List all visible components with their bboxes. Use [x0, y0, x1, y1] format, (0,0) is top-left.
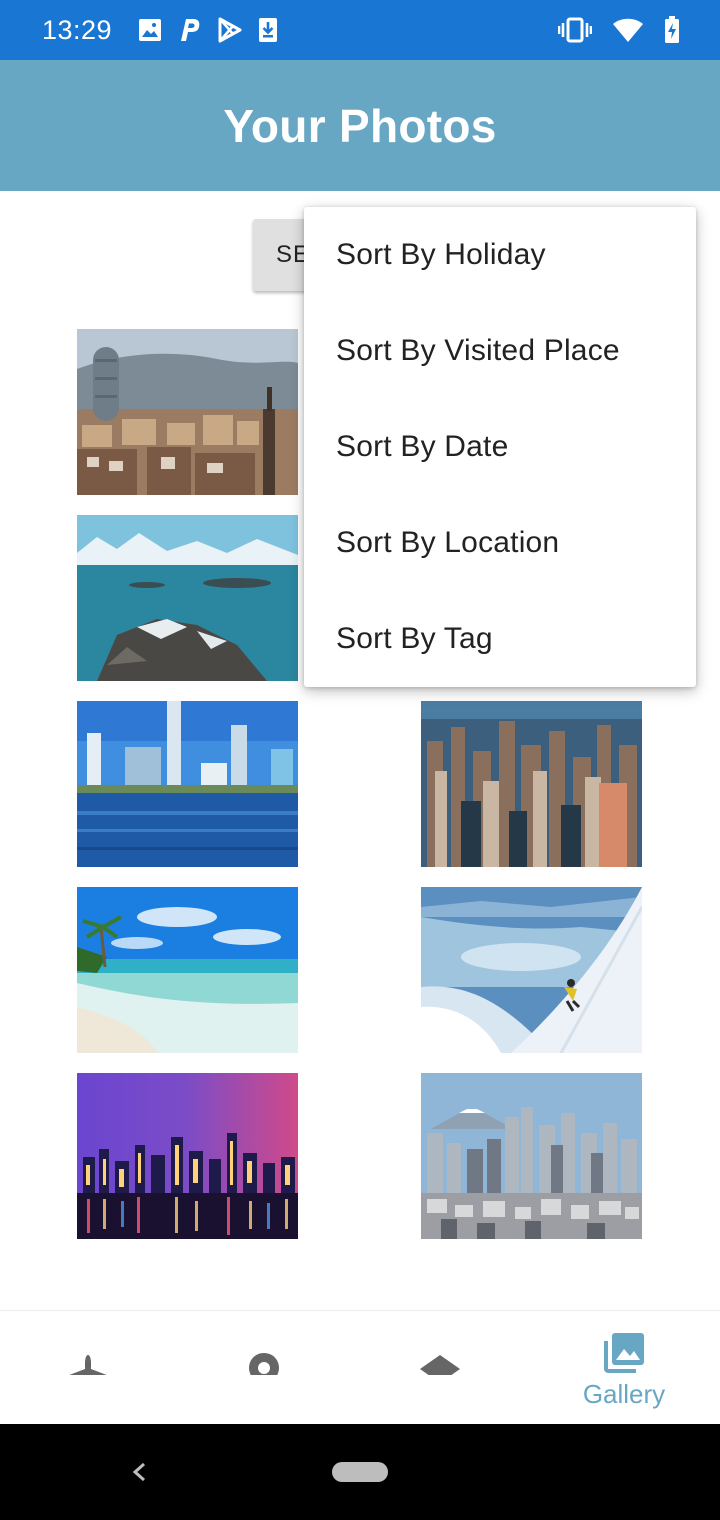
gallery-icon [604, 1331, 646, 1378]
barcelona-city-photo[interactable] [77, 329, 298, 495]
layers-icon [412, 1351, 468, 1375]
menu-item-sort-holiday[interactable]: Sort By Holiday [304, 207, 696, 303]
menu-item-sort-location[interactable]: Sort By Location [304, 495, 696, 591]
image-icon [138, 18, 162, 42]
menu-item-sort-tag[interactable]: Sort By Tag [304, 591, 696, 687]
night-skyline-photo[interactable] [77, 1073, 298, 1239]
fjord-coast-photo[interactable] [77, 515, 298, 681]
tropical-beach-photo[interactable] [77, 887, 298, 1053]
chicago-skyline-photo[interactable] [421, 701, 642, 867]
download-icon [258, 17, 278, 43]
home-pill-button[interactable] [332, 1462, 388, 1482]
skier-slope-photo[interactable] [421, 887, 642, 1053]
status-icons-right [558, 16, 680, 44]
sort-dropdown-menu: Sort By Holiday Sort By Visited Place So… [304, 207, 696, 687]
nav-item-flights[interactable] [0, 1311, 180, 1425]
page-title: Your Photos [223, 99, 497, 152]
status-icons-left [138, 17, 278, 43]
screen: 13:29 Your Photos SE Sort By Holiday Sor… [0, 0, 720, 1520]
play-store-icon [218, 17, 242, 43]
status-bar: 13:29 [0, 0, 720, 60]
lake-city-photo[interactable] [77, 701, 298, 867]
vibrate-icon [558, 17, 592, 43]
nav-item-gallery[interactable]: Gallery [534, 1311, 714, 1425]
back-icon[interactable] [126, 1452, 150, 1497]
nav-item-layers[interactable] [360, 1311, 540, 1425]
nav-gallery-label: Gallery [582, 1379, 666, 1409]
airplane-icon [60, 1351, 116, 1375]
bottom-navigation: Gallery [0, 1310, 720, 1424]
tokyo-fuji-photo[interactable] [421, 1073, 642, 1239]
app-bar: Your Photos [0, 60, 720, 191]
nav-item-places[interactable] [180, 1311, 360, 1425]
menu-item-sort-visited-place[interactable]: Sort By Visited Place [304, 303, 696, 399]
menu-item-sort-date[interactable]: Sort By Date [304, 399, 696, 495]
battery-charging-icon [664, 16, 680, 44]
wifi-icon [612, 17, 644, 43]
parking-icon [178, 17, 202, 43]
location-pin-icon [236, 1351, 292, 1375]
status-time: 13:29 [42, 14, 113, 45]
